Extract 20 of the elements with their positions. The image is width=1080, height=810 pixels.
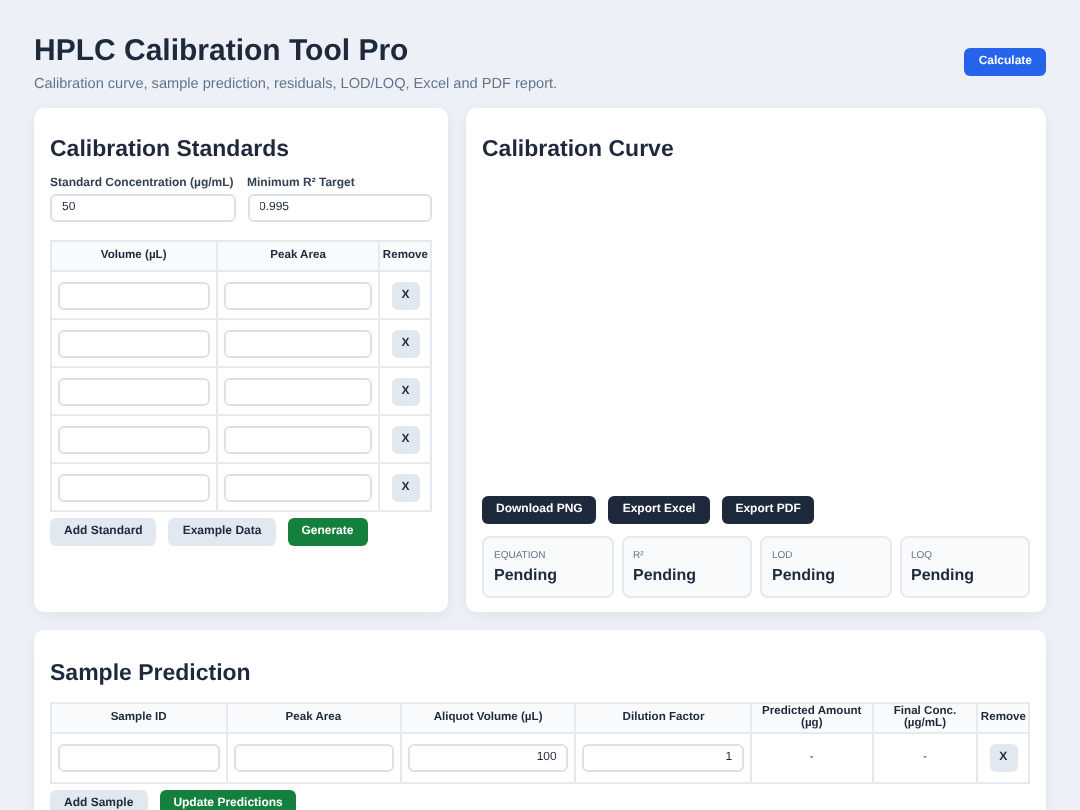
peak-area-input[interactable]: [233, 744, 394, 772]
stat-value: Pending: [772, 566, 838, 584]
card-title: Calibration Curve: [482, 138, 676, 162]
peak-area-input[interactable]: [223, 329, 373, 357]
peak-area-input[interactable]: [223, 473, 373, 501]
volume-input[interactable]: [58, 329, 210, 357]
stat-value: Pending: [633, 566, 699, 584]
peak-area-input[interactable]: [223, 281, 373, 309]
app-title: HPLC Calibration Tool Pro: [34, 34, 411, 68]
stat-value: Pending: [911, 566, 977, 584]
card-title: Sample Prediction: [50, 662, 253, 686]
peak-area-input[interactable]: [223, 425, 373, 453]
volume-input[interactable]: [58, 473, 210, 501]
volume-input[interactable]: [58, 377, 210, 405]
card-title: Calibration Standards: [50, 138, 291, 162]
sample-id-input[interactable]: [58, 744, 220, 772]
peak-area-input[interactable]: [223, 377, 373, 405]
volume-input[interactable]: [58, 425, 210, 453]
volume-input[interactable]: [58, 281, 210, 309]
stat-value: Pending: [494, 566, 560, 584]
